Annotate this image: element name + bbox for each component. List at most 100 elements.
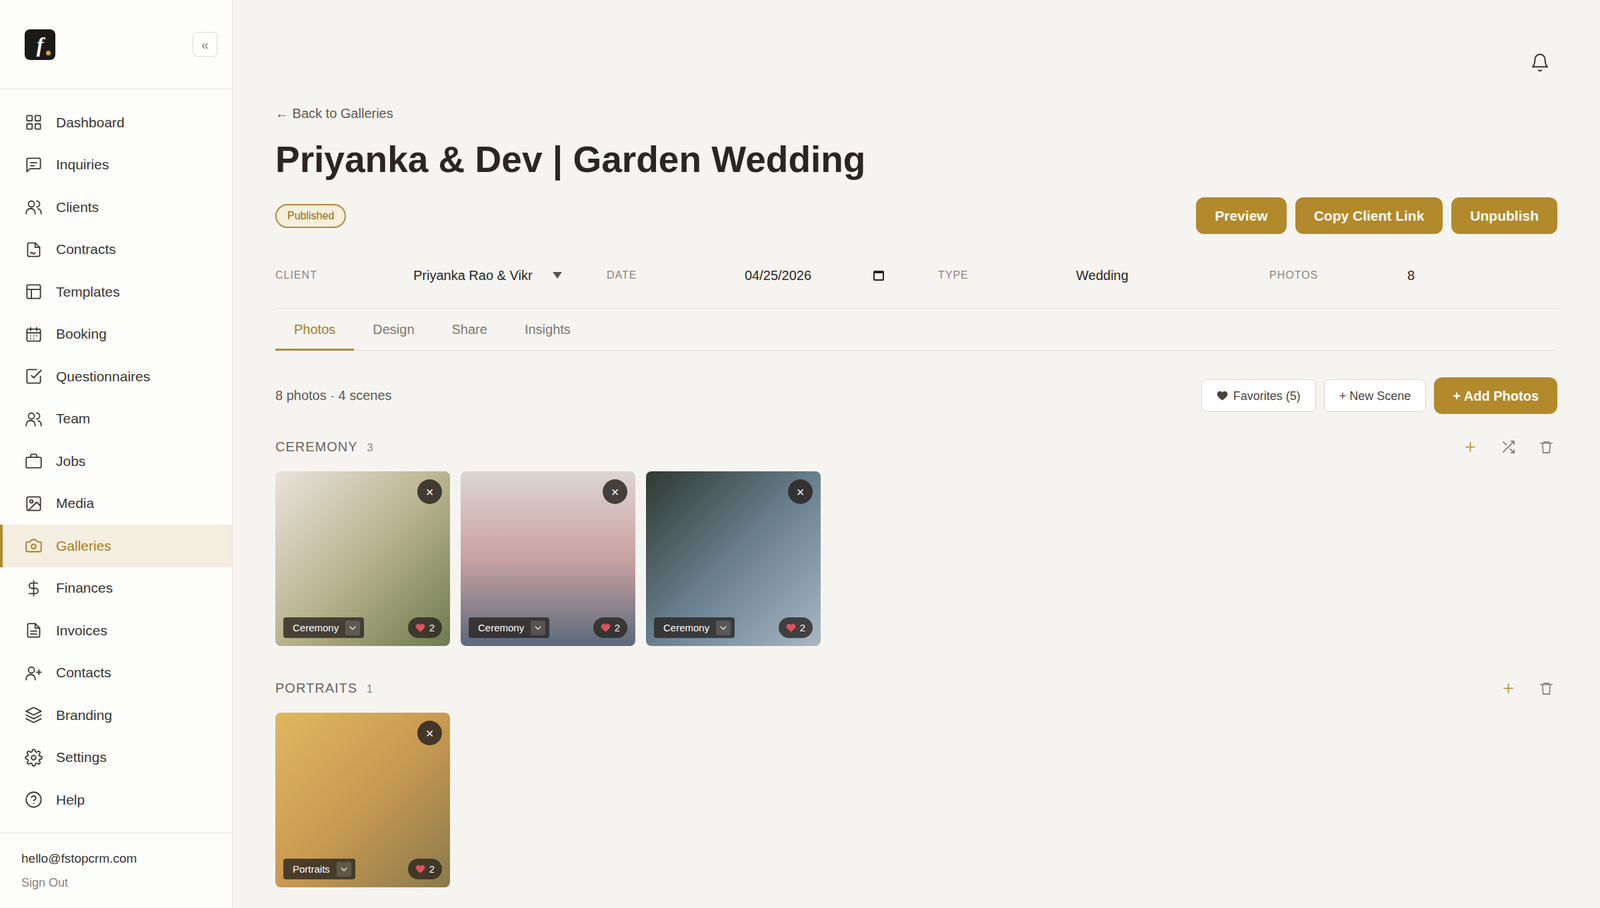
chevron-down-icon <box>338 864 350 875</box>
sidebar-item[interactable]: Contracts <box>0 228 232 272</box>
collapse-button[interactable]: « <box>192 32 218 57</box>
team-icon <box>24 410 43 428</box>
invoice-icon <box>24 621 43 640</box>
tab[interactable]: Share <box>433 308 506 351</box>
sidebar-item[interactable]: Galleries <box>0 524 232 568</box>
sign-out-link[interactable]: Sign Out <box>21 874 211 891</box>
sidebar-item[interactable]: Settings <box>0 736 232 780</box>
new-scene-button[interactable]: + New Scene <box>1324 379 1427 412</box>
likes-badge: 2 <box>778 617 813 638</box>
scene-action-button[interactable] <box>1458 435 1482 458</box>
scene-select[interactable]: Portraits <box>283 858 356 880</box>
sidebar-item[interactable]: Help <box>0 778 232 822</box>
sidebar-item[interactable]: Inquiries <box>0 144 232 187</box>
trash-icon <box>1538 680 1554 696</box>
photo-card[interactable]: ×Ceremony2 <box>460 471 636 646</box>
detail-value: 8 <box>1407 266 1415 285</box>
header-button[interactable]: Copy Client Link <box>1295 197 1444 234</box>
scene-count: 3 <box>367 440 374 456</box>
account-email: hello@fstopcrm.com <box>21 850 211 867</box>
scene-select[interactable]: Ceremony <box>654 617 735 638</box>
sidebar: f«DashboardInquiriesClientsContractsTemp… <box>0 0 233 908</box>
header-button[interactable]: Unpublish <box>1451 197 1558 234</box>
notifications-button[interactable] <box>1528 50 1552 75</box>
heart-icon <box>415 622 426 633</box>
trash-icon <box>1538 439 1554 455</box>
photo-grid: ×Portraits2 <box>275 712 1558 888</box>
remove-photo-button[interactable]: × <box>417 479 442 504</box>
tab[interactable]: Photos <box>275 308 354 351</box>
dropdown-triangle-icon <box>552 271 563 280</box>
favorites-button[interactable]: Favorites (5) <box>1201 379 1316 412</box>
sidebar-item[interactable]: Team <box>0 398 232 441</box>
main-content: ← Back to Galleries Priyanka & Dev | Gard… <box>232 0 1600 908</box>
detail-field: DATE04/25/2026 <box>606 266 938 285</box>
briefcase-icon <box>24 452 43 470</box>
status-badge: Published <box>275 204 346 228</box>
scene-title: PORTRAITS <box>275 679 358 698</box>
detail-field: PHOTOS8 <box>1269 266 1600 285</box>
photo-card[interactable]: ×Ceremony2 <box>275 471 450 646</box>
photo-card[interactable]: ×Portraits2 <box>275 712 450 888</box>
sidebar-item[interactable]: Templates <box>0 270 232 314</box>
gallery-title: Priyanka & Dev | Garden Wedding <box>275 137 1558 182</box>
scene-title: CEREMONY <box>275 438 358 456</box>
scene-action-button[interactable] <box>1534 435 1558 458</box>
remove-photo-button[interactable]: × <box>602 479 628 504</box>
tab[interactable]: Insights <box>506 308 590 351</box>
scene-action-button[interactable] <box>1496 676 1520 700</box>
scene-action-button[interactable] <box>1496 435 1520 458</box>
remove-photo-button[interactable]: × <box>417 720 442 746</box>
layers-icon <box>24 706 43 724</box>
camera-icon <box>24 536 43 555</box>
logo[interactable]: f <box>24 29 56 60</box>
photo-card[interactable]: × Ceremony 2 <box>646 471 821 646</box>
remove-photo-button[interactable]: × <box>788 479 813 504</box>
detail-field: TYPEWedding <box>938 266 1270 285</box>
heart-icon <box>415 864 426 874</box>
detail-field: CLIENTPriyanka Rao & Vikr <box>275 266 607 285</box>
sidebar-header: f« <box>0 0 232 90</box>
header-button[interactable]: Preview <box>1196 197 1286 234</box>
calendar-icon <box>24 325 43 344</box>
sidebar-item[interactable]: Invoices <box>0 609 232 652</box>
scene-select[interactable]: Ceremony <box>468 617 550 638</box>
sidebar-item[interactable]: Finances <box>0 567 232 610</box>
layout-icon <box>24 282 43 301</box>
tab[interactable]: Design <box>354 308 433 351</box>
scene-header: CEREMONY 3 <box>275 435 1558 458</box>
shuffle-icon <box>1500 439 1516 455</box>
heart-icon <box>600 622 611 633</box>
logo-dot-icon <box>46 50 51 56</box>
message-icon <box>24 156 43 174</box>
sidebar-item[interactable]: Clients <box>0 186 232 229</box>
back-link[interactable]: ← Back to Galleries <box>275 104 1558 123</box>
help-icon <box>24 790 43 809</box>
gallery-details: CLIENTPriyanka Rao & VikrDATE04/25/2026T… <box>275 256 1558 309</box>
scene-count: 1 <box>366 682 373 697</box>
check-square-icon <box>24 367 43 386</box>
tab-bar: PhotosDesignShareInsights <box>275 308 1558 351</box>
photos-toolbar: 8 photos · 4 scenes Favorites (5)+ New Sc… <box>275 377 1558 414</box>
scene-action-button[interactable] <box>1534 676 1558 700</box>
photo-summary: 8 photos · 4 scenes <box>275 386 392 405</box>
photo-grid: ×Ceremony2×Ceremony2×Ceremony2 <box>275 471 1558 646</box>
sidebar-item[interactable]: Dashboard <box>0 101 232 144</box>
contract-icon <box>24 240 43 259</box>
date-input[interactable]: 04/25/2026 <box>744 266 885 285</box>
sidebar-item[interactable]: Booking <box>0 313 232 356</box>
sidebar-item[interactable]: Contacts <box>0 652 232 695</box>
sidebar-item[interactable]: Media <box>0 482 232 526</box>
heart-icon <box>786 622 796 633</box>
client-select[interactable]: Priyanka Rao & Vikr <box>413 266 563 285</box>
sidebar-item[interactable]: Branding <box>0 694 232 737</box>
user-plus-icon <box>24 664 43 682</box>
add-icon <box>1462 439 1478 455</box>
grid-icon <box>24 113 43 132</box>
scene: CEREMONY3×Ceremony2×Ceremony2×Ceremony2 <box>275 435 1558 646</box>
sidebar-item[interactable]: Jobs <box>0 440 232 483</box>
scene-select[interactable]: Ceremony <box>283 617 364 638</box>
heart-icon <box>1216 390 1228 402</box>
sidebar-item[interactable]: Questionnaires <box>0 355 232 398</box>
add-photos-button[interactable]: + Add Photos <box>1434 377 1558 414</box>
